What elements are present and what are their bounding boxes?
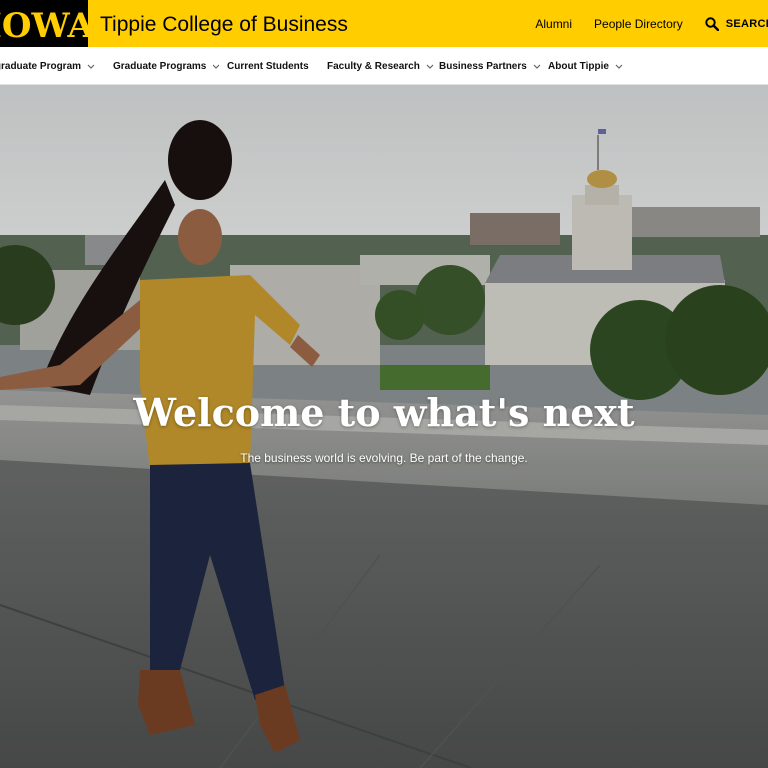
utility-links: Alumni People Directory SEARCH bbox=[535, 0, 768, 47]
chevron-down-icon bbox=[533, 64, 541, 69]
chevron-down-icon bbox=[615, 64, 623, 69]
nav-item-faculty-research[interactable]: Faculty & Research bbox=[327, 47, 434, 85]
chevron-down-icon bbox=[87, 64, 95, 69]
nav-item-label: Current Students bbox=[227, 60, 309, 72]
nav-item-business-partners[interactable]: Business Partners bbox=[439, 47, 541, 85]
nav-item-about-tippie[interactable]: About Tippie bbox=[548, 47, 623, 85]
iowa-logo[interactable]: IOWA bbox=[0, 0, 88, 52]
nav-item-current-students[interactable]: Current Students bbox=[227, 47, 309, 85]
nav-item-label: About Tippie bbox=[548, 60, 609, 72]
hero-banner: Welcome to what's next The business worl… bbox=[0, 85, 768, 768]
hero-title: Welcome to what's next bbox=[133, 390, 635, 435]
search-label: SEARCH bbox=[725, 17, 768, 30]
search-icon bbox=[705, 16, 719, 31]
college-name-link[interactable]: Tippie College of Business bbox=[100, 13, 348, 37]
logo-text: IOWA bbox=[0, 6, 88, 46]
chevron-down-icon bbox=[426, 64, 434, 69]
main-nav: Undergraduate Program Graduate Programs … bbox=[0, 47, 768, 85]
nav-item-graduate[interactable]: Graduate Programs bbox=[113, 47, 220, 85]
people-directory-link[interactable]: People Directory bbox=[594, 17, 683, 31]
hero-subtitle: The business world is evolving. Be part … bbox=[240, 451, 528, 465]
search-button[interactable]: SEARCH bbox=[705, 16, 768, 31]
nav-item-label: Faculty & Research bbox=[327, 60, 420, 72]
nav-item-label: Undergraduate Program bbox=[0, 60, 82, 72]
nav-item-undergraduate[interactable]: Undergraduate Program bbox=[0, 47, 95, 85]
top-header: IOWA Tippie College of Business Alumni P… bbox=[0, 0, 768, 52]
alumni-link[interactable]: Alumni bbox=[535, 17, 572, 31]
nav-item-label: Business Partners bbox=[439, 60, 527, 72]
chevron-down-icon bbox=[212, 64, 220, 69]
nav-item-label: Graduate Programs bbox=[113, 60, 207, 72]
